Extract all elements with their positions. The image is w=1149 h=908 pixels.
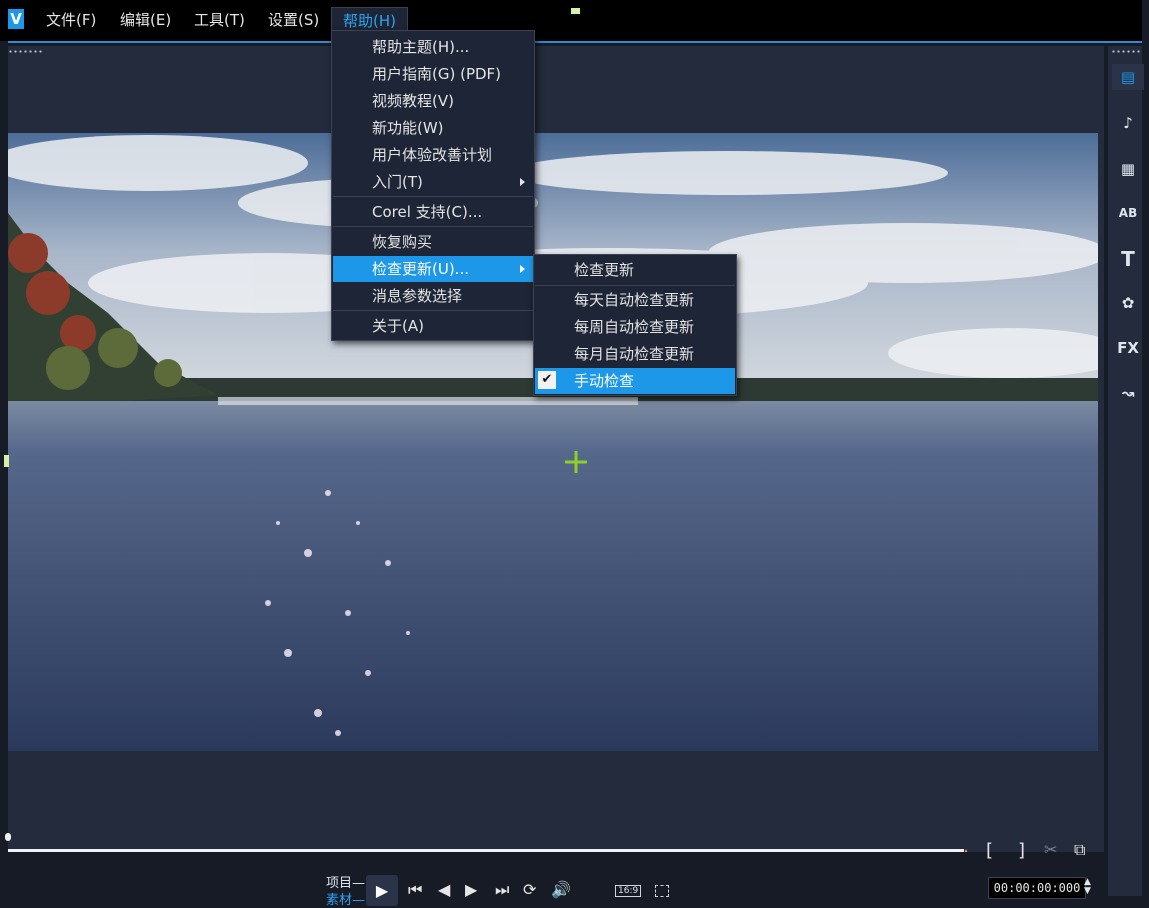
menu-separator (535, 285, 735, 286)
play-button[interactable]: ▶ (366, 875, 398, 906)
menu-item-label: 手动检查 (574, 372, 635, 390)
app-logo: V (8, 9, 24, 29)
filter-label: FX (1117, 339, 1139, 357)
aspect-ratio-button[interactable]: 16:9 (615, 885, 642, 897)
checkmark-icon: ✔ (538, 371, 556, 389)
instant-project-icon[interactable]: ▦ (1112, 156, 1144, 182)
submenu-item-monthly[interactable]: 每月自动检查更新 (535, 341, 735, 367)
menu-item-label: 入门(T) (372, 173, 423, 191)
split-clip-icon[interactable]: ✂ (1044, 840, 1057, 859)
clip-mode-label[interactable]: 素材— (326, 889, 365, 908)
toolbar-grip[interactable] (1111, 50, 1141, 53)
left-edge-handle (4, 455, 9, 467)
menu-item-restore-purchase[interactable]: 恢复购买 (333, 229, 533, 255)
lake-scene-image (8, 133, 1098, 751)
title-icon[interactable]: T (1112, 246, 1144, 272)
menu-item-about[interactable]: 关于(A) (333, 313, 533, 339)
submenu-item-manual[interactable]: ✔ 手动检查 (535, 368, 735, 394)
next-frame-icon[interactable]: ▶ (465, 880, 477, 899)
panel-grip[interactable] (8, 50, 42, 53)
menu-item-experience-program[interactable]: 用户体验改善计划 (333, 142, 533, 168)
help-dropdown-menu: 帮助主题(H)... 用户指南(G) (PDF) 视频教程(V) 新功能(W) … (331, 30, 535, 341)
menu-separator (333, 226, 533, 227)
menu-separator (333, 196, 533, 197)
go-to-end-icon[interactable]: ⏭ (495, 880, 509, 900)
enlarge-preview-icon[interactable]: ⧉ (1074, 840, 1085, 860)
submenu-item-weekly[interactable]: 每周自动检查更新 (535, 314, 735, 340)
audio-icon[interactable]: ♪ (1112, 110, 1144, 136)
mark-out-button[interactable]: ] (1018, 840, 1025, 861)
media-icon[interactable]: ▤ (1112, 64, 1144, 90)
menu-file[interactable]: 文件(F) (44, 7, 98, 33)
previous-frame-icon[interactable]: ◀ (438, 880, 450, 899)
path-icon[interactable]: ↝ (1112, 380, 1144, 406)
transition-icon[interactable]: AB (1112, 200, 1144, 226)
menu-tools[interactable]: 工具(T) (192, 7, 247, 33)
menu-item-user-guide[interactable]: 用户指南(G) (PDF) (333, 61, 533, 87)
menu-edit[interactable]: 编辑(E) (118, 7, 173, 33)
menu-item-help-topics[interactable]: 帮助主题(H)... (333, 34, 533, 60)
menu-item-corel-support[interactable]: Corel 支持(C)... (333, 199, 533, 225)
menu-item-video-tutorials[interactable]: 视频教程(V) (333, 88, 533, 114)
menu-item-whats-new[interactable]: 新功能(W) (333, 115, 533, 141)
submenu-arrow-icon (520, 178, 525, 186)
menu-item-check-updates[interactable]: 检查更新(U)... (333, 256, 533, 282)
volume-icon[interactable]: 🔊 (551, 880, 571, 899)
crop-icon[interactable] (655, 885, 669, 897)
menubar-underline (8, 41, 1142, 43)
submenu-arrow-icon (520, 265, 525, 273)
repeat-icon[interactable]: ⟳ (523, 880, 536, 899)
submenu-item-check-now[interactable]: 检查更新 (535, 257, 735, 283)
window-handle (571, 8, 580, 14)
playhead-marker[interactable] (5, 833, 11, 841)
transition-label: AB (1118, 206, 1138, 220)
go-to-start-icon[interactable]: ⏮ (408, 880, 422, 900)
menu-item-message-preferences[interactable]: 消息参数选择 (333, 283, 533, 309)
menu-settings[interactable]: 设置(S) (266, 7, 321, 33)
timecode-spinner[interactable]: ▲ ▼ (1084, 878, 1091, 896)
timecode-display[interactable]: 00:00:00:000 (988, 877, 1086, 899)
filter-icon[interactable]: FX (1112, 335, 1144, 361)
menu-item-getting-started[interactable]: 入门(T) (333, 169, 533, 195)
video-preview[interactable] (8, 133, 1098, 751)
menu-separator (333, 310, 533, 311)
mark-in-button[interactable]: [ (986, 840, 993, 861)
submenu-item-daily[interactable]: 每天自动检查更新 (535, 287, 735, 313)
graphics-icon[interactable]: ✿ (1112, 290, 1144, 316)
title-label: T (1121, 247, 1135, 271)
menu-item-label: 检查更新(U)... (372, 260, 469, 278)
check-updates-submenu: 检查更新 每天自动检查更新 每周自动检查更新 每月自动检查更新 ✔ 手动检查 (533, 254, 737, 396)
